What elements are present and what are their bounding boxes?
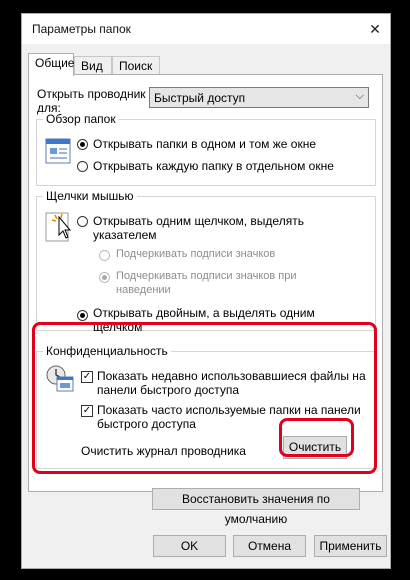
radio-single-click[interactable] xyxy=(77,216,88,227)
single-click-label: Открывать одним щелчком, выделять xyxy=(93,214,304,228)
radio-double-click[interactable] xyxy=(77,310,88,321)
cancel-button[interactable]: Отмена xyxy=(233,535,306,557)
folder-options-window: Параметры папок ✕ Общие Вид Поиск Открыт… xyxy=(21,13,391,569)
radio-new-window[interactable] xyxy=(77,161,88,172)
underline-hover-label-2: наведении xyxy=(116,284,171,296)
restore-defaults-button[interactable]: Восстановить значения по умолчанию xyxy=(152,488,360,526)
single-click-label-2: указателем xyxy=(93,228,157,242)
chevron-down-icon: ⌵ xyxy=(355,90,364,102)
close-icon[interactable]: ✕ xyxy=(364,18,386,40)
title-bar: Параметры папок ✕ xyxy=(22,14,390,44)
folder-window-icon xyxy=(45,138,71,164)
apply-button[interactable]: Применить xyxy=(314,535,387,557)
underline-always-label: Подчеркивать подписи значков xyxy=(116,248,276,260)
tab-view[interactable]: Вид xyxy=(74,56,112,74)
ok-button[interactable]: OK xyxy=(153,535,226,557)
new-window-label: Открывать каждую папку в отдельном окне xyxy=(93,159,334,173)
browse-folders-legend: Обзор папок xyxy=(43,112,119,126)
radio-same-window[interactable] xyxy=(77,139,88,150)
browse-folders-group: Обзор папок Открывать папки в одном и то… xyxy=(36,112,376,186)
mouse-clicks-legend: Щелчки мышью xyxy=(43,189,137,203)
mouse-clicks-group: Щелчки мышью Открывать одним щелчком, вы… xyxy=(36,189,376,334)
underline-hover-label: Подчеркивать подписи значков при xyxy=(116,270,297,282)
clear-button-highlight-frame xyxy=(279,418,354,457)
window-title: Параметры папок xyxy=(32,22,131,36)
open-explorer-value: Быстрый доступ xyxy=(154,91,246,105)
same-window-label: Открывать папки в одном и том же окне xyxy=(93,137,316,151)
open-explorer-select[interactable]: Быстрый доступ ⌵ xyxy=(149,87,369,108)
click-pointer-icon xyxy=(45,212,72,242)
tab-search[interactable]: Поиск xyxy=(112,56,160,74)
open-explorer-label: Открыть проводник xyxy=(37,87,146,101)
radio-underline-hover[interactable] xyxy=(99,272,110,283)
radio-underline-always[interactable] xyxy=(99,250,110,261)
double-click-label: Открывать двойным, а выделять одним xyxy=(93,306,315,320)
tab-general[interactable]: Общие xyxy=(28,53,74,76)
